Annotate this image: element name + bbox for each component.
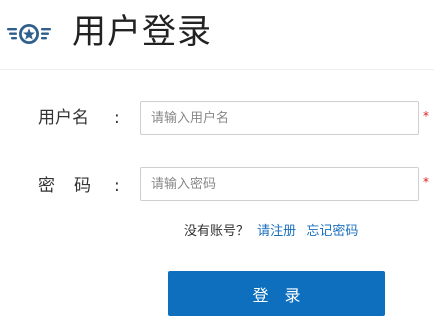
password-label-char1: 密	[38, 176, 55, 196]
winged-star-badge-icon	[7, 24, 51, 44]
password-required-mark: *	[423, 175, 429, 189]
password-label-colon: :	[114, 176, 120, 196]
username-input[interactable]	[140, 101, 419, 135]
password-label-char2: 码	[74, 176, 91, 196]
register-link[interactable]: 请注册	[257, 224, 296, 239]
username-label-colon: :	[114, 108, 120, 128]
forgot-password-link[interactable]: 忘记密码	[306, 224, 358, 239]
login-button[interactable]: 登录	[168, 271, 385, 316]
username-label: 用户名 :	[38, 106, 120, 130]
password-input[interactable]	[140, 167, 419, 201]
no-account-text: 没有账号？	[184, 224, 250, 239]
username-required-mark: *	[423, 109, 429, 123]
username-label-text: 用户名	[38, 108, 89, 128]
account-links: 没有账号？ 请注册 忘记密码	[184, 222, 358, 242]
page-header: 用户登录	[0, 0, 434, 70]
page-title: 用户登录	[72, 12, 212, 52]
